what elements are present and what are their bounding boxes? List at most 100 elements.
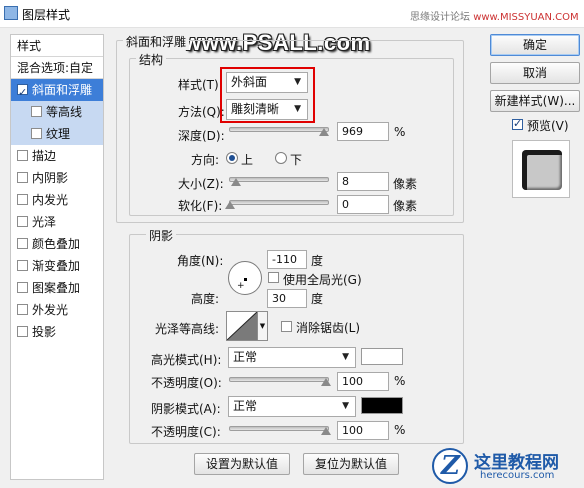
sidebar-blend-options[interactable]: 混合选项:自定 [11,57,103,79]
depth-label: 深度(D): [178,129,225,143]
altitude-unit: 度 [311,292,324,306]
gloss-contour-dropdown[interactable]: ▼ [257,311,268,341]
depth-unit: % [394,125,406,139]
shadow-opacity-unit: % [394,423,406,437]
sidebar-item-label: 内阴影 [32,171,69,185]
gloss-contour-label: 光泽等高线: [155,322,220,336]
shadow-opacity-slider-track[interactable] [229,426,329,431]
reset-default-button[interactable]: 复位为默认值 [303,453,399,475]
highlight-opacity-slider-track[interactable] [229,377,329,382]
highlight-opacity-label: 不透明度(O): [151,376,222,390]
sidebar-item-checkbox[interactable] [17,82,28,104]
watermark-badge-letter: Z [441,451,460,481]
global-light-checkbox[interactable] [268,272,279,283]
shadow-mode-value: 正常 [233,399,258,413]
shadow-mode-select[interactable]: 正常 ▼ [228,396,356,417]
gloss-contour-thumbnail[interactable] [226,311,258,341]
style-preview-thumbnail [512,140,570,198]
size-input[interactable]: 8 [337,172,389,191]
size-unit: 像素 [393,177,418,191]
sidebar-item-label: 光泽 [32,215,57,229]
watermark-top-url: www.MISSYUAN.COM [473,12,579,23]
shadow-opacity-label: 不透明度(C): [151,425,221,439]
sidebar-item[interactable]: 内阴影 [11,167,103,189]
make-default-button[interactable]: 设置为默认值 [194,453,290,475]
sidebar-item[interactable]: 图案叠加 [11,277,103,299]
cancel-button[interactable]: 取消 [490,62,580,84]
shadow-color-swatch[interactable] [361,397,403,414]
sidebar-header: 样式 [11,35,103,57]
depth-input[interactable]: 969 [337,122,389,141]
highlight-mode-select[interactable]: 正常 ▼ [228,347,356,368]
direction-up-radio[interactable] [226,152,238,164]
sidebar-item[interactable]: 等高线 [11,101,103,123]
direction-down-label: 下 [290,153,303,167]
sidebar-item-checkbox[interactable] [17,172,28,183]
highlight-opacity-slider-thumb[interactable] [321,378,331,386]
soften-slider-thumb[interactable] [225,201,235,209]
sidebar-item-label: 内发光 [32,193,69,207]
contour-curve-icon [227,312,257,340]
sidebar-item[interactable]: 光泽 [11,211,103,233]
sidebar-item-checkbox[interactable] [17,326,28,337]
sidebar-item[interactable]: 描边 [11,145,103,167]
sidebar-item-label: 描边 [32,149,57,163]
preview-label: 预览(V) [527,119,569,133]
direction-down-radio[interactable] [275,152,287,164]
shadow-opacity-input[interactable]: 100 [337,421,389,440]
sidebar-item-label: 纹理 [46,127,71,141]
global-light-label: 使用全局光(G) [283,273,362,287]
window-app-icon [4,6,18,20]
anti-alias-label: 消除锯齿(L) [296,321,361,335]
highlight-opacity-input[interactable]: 100 [337,372,389,391]
sidebar-item-checkbox[interactable] [31,128,42,139]
sidebar-item-checkbox[interactable] [17,194,28,205]
sidebar-item[interactable]: 颜色叠加 [11,233,103,255]
sidebar-item[interactable]: 渐变叠加 [11,255,103,277]
anti-alias-checkbox[interactable] [281,321,292,332]
highlight-color-swatch[interactable] [361,348,403,365]
watermark-logo: Z 这里教程网 herecours.com [432,446,582,486]
red-highlight-box [220,67,315,123]
chevron-down-icon: ▼ [342,401,349,411]
size-slider-thumb[interactable] [231,178,241,186]
sidebar-item-checkbox[interactable] [17,150,28,161]
altitude-label: 高度: [191,292,220,306]
preview-checkbox[interactable] [512,117,523,130]
sidebar-item-checkbox[interactable] [17,216,28,227]
new-style-button[interactable]: 新建样式(W)... [490,90,580,112]
angle-dial[interactable]: + [228,261,262,295]
sidebar-item-checkbox[interactable] [17,260,28,271]
size-slider-track[interactable] [229,177,329,182]
sidebar-item-checkbox[interactable] [17,304,28,315]
sidebar-item[interactable]: 内发光 [11,189,103,211]
sidebar-item[interactable]: 斜面和浮雕 [11,79,103,104]
sidebar-item-label: 投影 [32,325,57,339]
sidebar-item[interactable]: 外发光 [11,299,103,321]
sidebar-item[interactable]: 投影 [11,321,103,343]
bevel-section-title: 斜面和浮雕 [123,33,190,50]
sidebar-item-label: 外发光 [32,303,69,317]
styles-sidebar: 样式 混合选项:自定 斜面和浮雕等高线纹理描边内阴影内发光光泽颜色叠加渐变叠加图… [10,34,104,480]
sidebar-item-label: 图案叠加 [32,281,81,295]
highlight-mode-label: 高光模式(H): [151,353,222,367]
size-label: 大小(Z): [178,177,224,191]
soften-input[interactable]: 0 [337,195,389,214]
angle-input[interactable]: -110 [267,250,307,269]
angle-crosshair-icon: + [237,281,245,291]
shadow-opacity-slider-thumb[interactable] [321,427,331,435]
shadow-mode-label: 阴影模式(A): [151,402,221,416]
sidebar-item-label: 渐变叠加 [32,259,81,273]
shading-title: 阴影 [146,227,177,244]
depth-slider-track[interactable] [229,127,329,132]
angle-label: 角度(N): [177,254,224,268]
soften-slider-track[interactable] [229,200,329,205]
depth-slider-thumb[interactable] [319,128,329,136]
ok-button[interactable]: 确定 [490,34,580,56]
sidebar-item-checkbox[interactable] [17,282,28,293]
sidebar-item-checkbox[interactable] [31,106,42,117]
style-label: 样式(T): [178,78,223,92]
altitude-input[interactable]: 30 [267,289,307,308]
sidebar-item-checkbox[interactable] [17,238,28,249]
sidebar-item[interactable]: 纹理 [11,123,103,145]
